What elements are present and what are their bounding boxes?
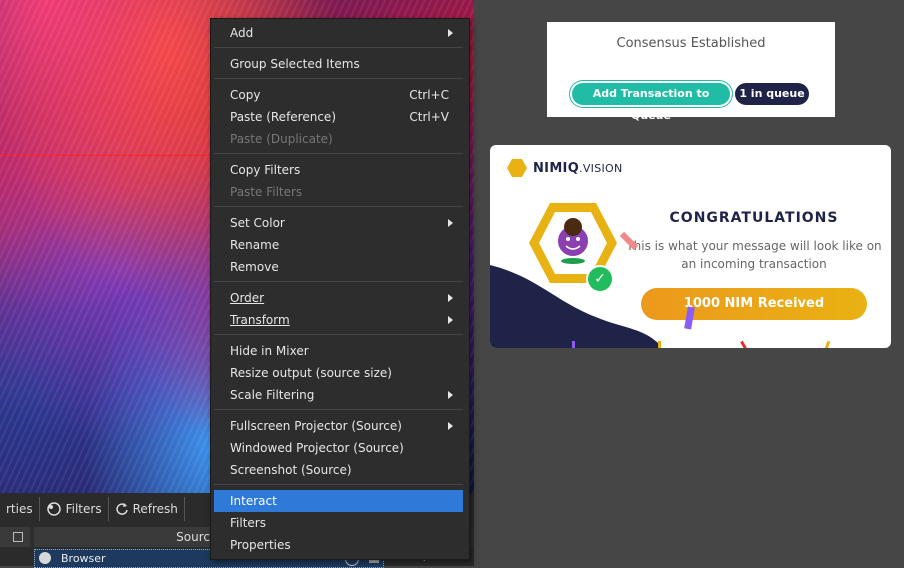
menu-item-label: Order [230, 291, 265, 305]
menu-item-resize-output[interactable]: Resize output (source size) [214, 362, 463, 384]
menu-item-copy-filters[interactable]: Copy Filters [214, 159, 463, 181]
globe-icon [39, 552, 51, 564]
menu-item-add[interactable]: Add [214, 22, 463, 44]
menu-separator [214, 281, 463, 282]
amount-received-banner: 1000 NIM Received [641, 288, 867, 320]
menu-item-label: Resize output (source size) [230, 366, 392, 380]
notification-message: This is what your message will look like… [620, 237, 888, 273]
logo-main-text: NIMIQ [533, 160, 580, 176]
menu-item-label: Scale Filtering [230, 388, 315, 402]
menu-item-interact[interactable]: Interact [214, 490, 463, 512]
menu-separator [214, 409, 463, 410]
lock-column-header[interactable] [0, 527, 30, 547]
menu-item-label: Filters [230, 516, 266, 530]
menu-item-paste-filters: Paste Filters [214, 181, 463, 203]
menu-shortcut: Ctrl+C [409, 88, 449, 102]
menu-item-screenshot[interactable]: Screenshot (Source) [214, 459, 463, 481]
menu-separator [214, 206, 463, 207]
menu-item-filters[interactable]: Filters [214, 512, 463, 534]
menu-item-label: Rename [230, 238, 280, 252]
menu-item-fullscreen-projector[interactable]: Fullscreen Projector (Source) [214, 415, 463, 437]
checkmark-icon: ✓ [586, 265, 614, 293]
submenu-arrow-icon [448, 294, 453, 302]
consensus-status: Consensus Established [616, 36, 766, 51]
menu-item-set-color[interactable]: Set Color [214, 212, 463, 234]
context-menu: Add Group Selected Items Copy Ctrl+C Pas… [210, 18, 470, 560]
lock-icon [13, 532, 23, 542]
nimiq-vision-logo: NIMIQ.VISION [507, 159, 623, 177]
menu-item-label: Interact [230, 494, 277, 508]
menu-item-order[interactable]: Order [214, 287, 463, 309]
properties-label: rties [6, 502, 33, 516]
menu-item-label: Copy [230, 88, 261, 102]
submenu-arrow-icon [448, 422, 453, 430]
congratulations-heading: CONGRATULATIONS [669, 210, 839, 226]
menu-item-label: Group Selected Items [230, 57, 360, 71]
menu-item-label: Paste (Reference) [230, 110, 336, 124]
submenu-arrow-icon [448, 316, 453, 324]
refresh-icon [115, 503, 128, 515]
source-column-header[interactable]: Sourc [34, 527, 214, 547]
menu-separator [214, 484, 463, 485]
queue-count-badge: 1 in queue [735, 83, 809, 105]
menu-item-scale-filtering[interactable]: Scale Filtering [214, 384, 463, 406]
menu-item-group-selected[interactable]: Group Selected Items [214, 53, 463, 75]
menu-separator [214, 78, 463, 79]
menu-item-label: Hide in Mixer [230, 344, 309, 358]
menu-item-hide-in-mixer[interactable]: Hide in Mixer [214, 340, 463, 362]
menu-item-rename[interactable]: Rename [214, 234, 463, 256]
menu-item-paste-reference[interactable]: Paste (Reference) Ctrl+V [214, 106, 463, 128]
transaction-notification-card: NIMIQ.VISION ✓ CONGRATULATIONS This is w… [490, 145, 891, 348]
dock-toolbar: rties Filters Refresh [0, 495, 185, 523]
confetti [572, 341, 575, 348]
guide-line [0, 155, 210, 156]
menu-item-label: Transform [230, 313, 290, 327]
submenu-arrow-icon [448, 219, 453, 227]
menu-item-paste-duplicate: Paste (Duplicate) [214, 128, 463, 150]
menu-item-label: Copy Filters [230, 163, 301, 177]
refresh-button[interactable]: Refresh [109, 497, 185, 521]
confetti [658, 341, 661, 348]
menu-item-label: Paste (Duplicate) [230, 132, 333, 146]
message-line-2: an incoming transaction [681, 257, 827, 271]
menu-separator [214, 334, 463, 335]
submenu-arrow-icon [448, 29, 453, 37]
refresh-label: Refresh [132, 502, 178, 516]
menu-item-windowed-projector[interactable]: Windowed Projector (Source) [214, 437, 463, 459]
consensus-widget: Consensus Established Add Transaction to… [547, 22, 835, 122]
filters-icon [46, 502, 61, 516]
menu-item-label: Remove [230, 260, 279, 274]
source-name: Browser [61, 552, 106, 565]
menu-item-label: Windowed Projector (Source) [230, 441, 404, 455]
menu-separator [214, 47, 463, 48]
menu-item-remove[interactable]: Remove [214, 256, 463, 278]
logo-sub-text: .VISION [579, 161, 623, 175]
menu-item-label: Fullscreen Projector (Source) [230, 419, 402, 433]
properties-button[interactable]: rties [0, 497, 40, 521]
menu-item-copy[interactable]: Copy Ctrl+C [214, 84, 463, 106]
menu-separator [214, 153, 463, 154]
add-transaction-button[interactable]: Add Transaction to Queue [572, 83, 730, 122]
submenu-arrow-icon [448, 391, 453, 399]
nimiq-hexagon-icon [507, 159, 527, 177]
menu-item-label: Set Color [230, 216, 285, 230]
menu-item-transform[interactable]: Transform [214, 309, 463, 331]
source-header-label: Sourc [176, 530, 210, 544]
menu-item-label: Properties [230, 538, 291, 552]
message-line-1: This is what your message will look like… [626, 239, 882, 253]
filters-label: Filters [65, 502, 102, 516]
menu-shortcut: Ctrl+V [409, 110, 449, 124]
menu-item-properties[interactable]: Properties [214, 534, 463, 556]
menu-item-label: Paste Filters [230, 185, 303, 199]
menu-item-label: Screenshot (Source) [230, 463, 352, 477]
filters-button[interactable]: Filters [40, 497, 109, 521]
menu-item-label: Add [230, 26, 254, 40]
